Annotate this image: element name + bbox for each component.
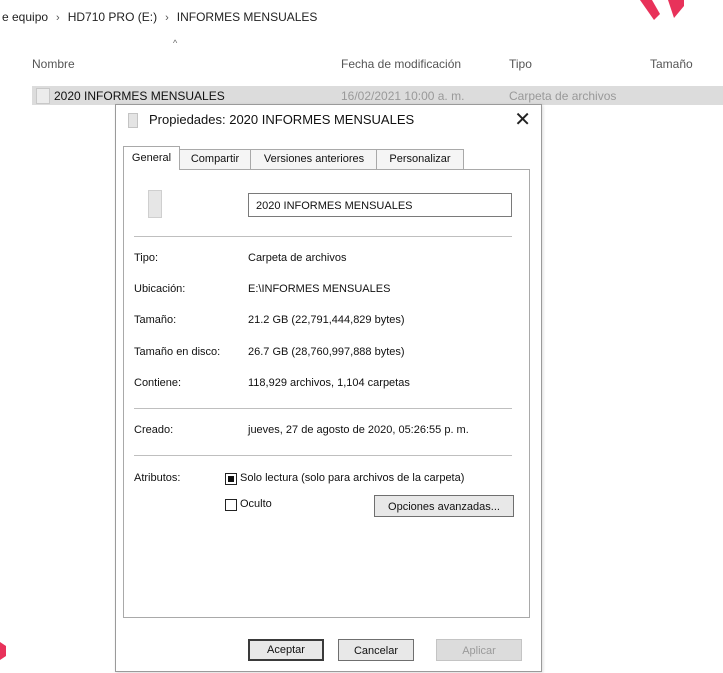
prop-value-contiene: 118,929 archivos, 1,104 carpetas — [248, 377, 410, 389]
prop-value-tamano-disco: 26.7 GB (28,760,997,888 bytes) — [248, 346, 405, 358]
prop-label-creado: Creado: — [134, 424, 174, 436]
dialog-titlebar[interactable]: Propiedades: 2020 INFORMES MENSUALES ✕ — [116, 105, 541, 135]
file-row-modified: 16/02/2021 10:00 a. m. — [341, 89, 465, 103]
divider — [134, 455, 512, 456]
red-decoration-shape — [640, 0, 684, 20]
breadcrumb: e equipo › HD710 PRO (E:) › INFORMES MENSUAL… — [2, 10, 317, 24]
advanced-options-button[interactable]: Opciones avanzadas... — [374, 495, 514, 517]
tab-versiones-anteriores[interactable]: Versiones anteriores — [250, 149, 378, 169]
breadcrumb-item-folder[interactable]: INFORMES MENSUALES — [177, 10, 318, 24]
column-header-modified[interactable]: Fecha de modificación — [341, 57, 461, 71]
hidden-checkbox[interactable] — [225, 499, 237, 511]
readonly-checkbox[interactable] — [225, 473, 237, 485]
column-header-size[interactable]: Tamaño — [650, 57, 693, 71]
divider — [134, 408, 512, 409]
folder-icon — [128, 113, 138, 128]
chevron-right-icon: › — [165, 12, 169, 24]
breadcrumb-item-drive[interactable]: HD710 PRO (E:) — [68, 10, 157, 24]
column-header-row: Nombre Fecha de modificación Tipo Tamaño — [0, 50, 723, 78]
cancel-button[interactable]: Cancelar — [338, 639, 414, 661]
prop-label-tipo: Tipo: — [134, 252, 159, 264]
prop-label-contiene: Contiene: — [134, 377, 182, 389]
folder-name-field[interactable]: 2020 INFORMES MENSUALES — [248, 193, 512, 217]
apply-button[interactable]: Aplicar — [436, 639, 522, 661]
prop-value-ubicacion: E:\INFORMES MENSUALES — [248, 283, 391, 295]
close-icon[interactable]: ✕ — [514, 107, 531, 132]
sort-ascending-icon: ^ — [173, 38, 178, 48]
properties-dialog: Propiedades: 2020 INFORMES MENSUALES ✕ G… — [115, 104, 542, 672]
chevron-right-icon: › — [56, 12, 60, 24]
readonly-checkbox-label[interactable]: Solo lectura (solo para archivos de la c… — [240, 472, 464, 484]
prop-label-tamano: Tamaño: — [134, 314, 177, 326]
column-header-type[interactable]: Tipo — [509, 57, 532, 71]
file-row-name: 2020 INFORMES MENSUALES — [54, 89, 225, 103]
prop-value-tipo: Carpeta de archivos — [248, 252, 347, 264]
folder-icon — [36, 88, 50, 104]
ok-button[interactable]: Aceptar — [248, 639, 324, 661]
file-row-type: Carpeta de archivos — [509, 89, 617, 103]
tab-general[interactable]: General — [123, 146, 180, 170]
file-row-selected[interactable]: 2020 INFORMES MENSUALES 16/02/2021 10:00… — [32, 86, 723, 105]
folder-icon — [148, 190, 162, 218]
dialog-title: Propiedades: 2020 INFORMES MENSUALES — [149, 112, 415, 127]
prop-value-creado: jueves, 27 de agosto de 2020, 05:26:55 p… — [248, 424, 469, 436]
column-header-name[interactable]: Nombre — [32, 57, 75, 71]
breadcrumb-item-equipo[interactable]: e equipo — [2, 10, 48, 24]
tab-personalizar[interactable]: Personalizar — [376, 149, 464, 169]
hidden-checkbox-label[interactable]: Oculto — [240, 498, 272, 510]
general-tab-panel: 2020 INFORMES MENSUALES Tipo: Carpeta de… — [123, 169, 530, 618]
prop-label-tamano-disco: Tamaño en disco: — [134, 346, 221, 358]
prop-value-tamano: 21.2 GB (22,791,444,829 bytes) — [248, 314, 405, 326]
attributes-label: Atributos: — [134, 472, 181, 484]
tab-compartir[interactable]: Compartir — [178, 149, 252, 169]
divider — [134, 236, 512, 237]
prop-label-ubicacion: Ubicación: — [134, 283, 186, 295]
red-decoration-shape — [0, 642, 6, 660]
